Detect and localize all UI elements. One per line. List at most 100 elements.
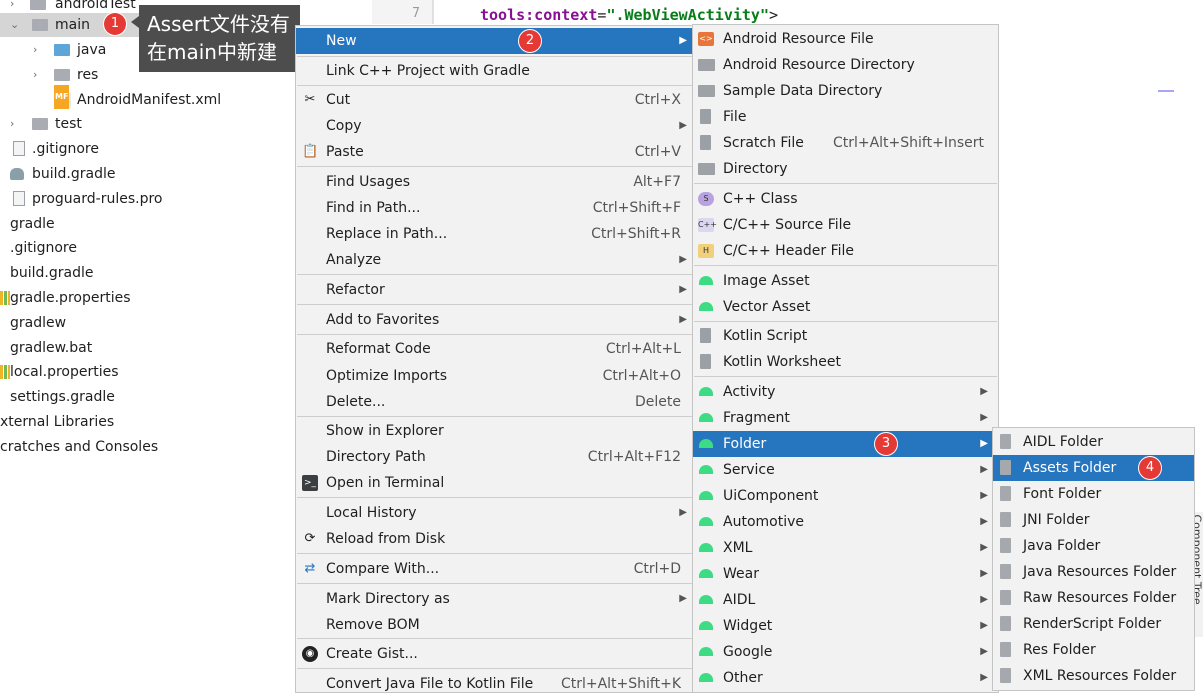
submenu-arrow-icon: ▶	[980, 672, 988, 683]
file-icon	[13, 141, 25, 156]
menu-item-new[interactable]: New 2 ▶	[296, 28, 693, 54]
menu-item-xml-resources-folder[interactable]: XML Resources Folder	[993, 663, 1194, 689]
menu-item-aidl-folder[interactable]: AIDL Folder	[993, 429, 1194, 455]
clipboard-icon: 📋	[302, 144, 319, 159]
menu-item-aidl[interactable]: AIDL ▶	[693, 587, 998, 613]
menu-item-cpp-class[interactable]: S C++ Class	[693, 186, 998, 212]
menu-item-paste[interactable]: 📋 Paste Ctrl+V	[296, 139, 693, 165]
menu-item-jni-folder[interactable]: JNI Folder	[993, 507, 1194, 533]
menu-item-folder[interactable]: Folder 3 ▶	[693, 431, 998, 457]
android-icon	[699, 387, 713, 396]
menu-item-refactor[interactable]: Refactor ▶	[296, 277, 693, 303]
reload-icon: ⟳	[304, 531, 316, 546]
menu-item-link-cpp[interactable]: Link C++ Project with Gradle	[296, 58, 693, 84]
chevron-right-icon[interactable]: ›	[33, 38, 43, 62]
submenu-arrow-icon: ▶	[980, 542, 988, 553]
properties-icon	[0, 365, 10, 379]
menu-item-widget[interactable]: Widget ▶	[693, 613, 998, 639]
menu-item-kotlin-worksheet[interactable]: Kotlin Worksheet	[693, 349, 998, 375]
menu-item-create-gist[interactable]: ◉ Create Gist...	[296, 641, 693, 667]
menu-item-delete[interactable]: Delete... Delete	[296, 389, 693, 415]
step-badge-2: 2	[519, 30, 541, 52]
submenu-arrow-icon: ▶	[679, 314, 687, 325]
code-line: tools:context=".WebViewActivity">	[480, 6, 779, 24]
menu-item-raw-resources-folder[interactable]: Raw Resources Folder	[993, 585, 1194, 611]
menu-item-activity[interactable]: Activity ▶	[693, 379, 998, 405]
menu-item-reload[interactable]: ⟳ Reload from Disk	[296, 526, 693, 552]
folder-file-icon	[1000, 642, 1011, 657]
menu-item-res-folder[interactable]: Res Folder	[993, 637, 1194, 663]
annotation-tooltip: Assert文件没有 在main中新建	[139, 5, 300, 72]
menu-item-wear[interactable]: Wear ▶	[693, 561, 998, 587]
menu-item-convert-kotlin[interactable]: Convert Java File to Kotlin File Ctrl+Alt…	[296, 671, 693, 697]
menu-item-vector-asset[interactable]: Vector Asset	[693, 294, 998, 320]
chevron-right-icon[interactable]: ›	[33, 63, 43, 87]
submenu-arrow-icon: ▶	[679, 120, 687, 131]
menu-item-java-resources-folder[interactable]: Java Resources Folder	[993, 559, 1194, 585]
folder-file-icon	[1000, 538, 1011, 553]
menu-item-font-folder[interactable]: Font Folder	[993, 481, 1194, 507]
new-submenu: <> Android Resource File Android Resourc…	[692, 24, 999, 693]
menu-item-show-explorer[interactable]: Show in Explorer	[296, 418, 693, 444]
menu-item-automotive[interactable]: Automotive ▶	[693, 509, 998, 535]
menu-item-mark-directory[interactable]: Mark Directory as ▶	[296, 586, 693, 612]
menu-item-uicomponent[interactable]: UiComponent ▶	[693, 483, 998, 509]
step-badge-1: 1	[104, 13, 126, 35]
menu-item-optimize[interactable]: Optimize Imports Ctrl+Alt+O	[296, 363, 693, 389]
menu-item-renderscript-folder[interactable]: RenderScript Folder	[993, 611, 1194, 637]
folder-file-icon	[1000, 564, 1011, 579]
menu-item-find-in-path[interactable]: Find in Path... Ctrl+Shift+F	[296, 195, 693, 221]
menu-item-compare[interactable]: ⇄ Compare With... Ctrl+D	[296, 556, 693, 582]
menu-item-directory[interactable]: Directory	[693, 156, 998, 182]
folder-icon	[30, 0, 46, 10]
gradle-icon	[10, 168, 24, 180]
folder-file-icon	[1000, 616, 1011, 631]
menu-item-find-usages[interactable]: Find Usages Alt+F7	[296, 169, 693, 195]
android-icon	[699, 543, 713, 552]
submenu-arrow-icon: ▶	[980, 490, 988, 501]
menu-item-copy[interactable]: Copy ▶	[296, 113, 693, 139]
menu-item-cpp-source[interactable]: C++ C/C++ Source File	[693, 212, 998, 238]
menu-item-service[interactable]: Service ▶	[693, 457, 998, 483]
menu-item-kotlin-script[interactable]: Kotlin Script	[693, 323, 998, 349]
android-icon	[699, 439, 713, 448]
menu-item-remove-bom[interactable]: Remove BOM	[296, 612, 693, 638]
menu-item-fragment[interactable]: Fragment ▶	[693, 405, 998, 431]
chevron-right-icon[interactable]: ›	[10, 112, 20, 136]
chevron-down-icon[interactable]: ⌄	[10, 13, 20, 37]
menu-item-xml[interactable]: XML ▶	[693, 535, 998, 561]
menu-item-android-resource-directory[interactable]: Android Resource Directory	[693, 52, 998, 78]
menu-item-directory-path[interactable]: Directory Path Ctrl+Alt+F12	[296, 444, 693, 470]
menu-item-scratch-file[interactable]: Scratch File Ctrl+Alt+Shift+Insert	[693, 130, 998, 156]
resource-folder-icon	[54, 69, 70, 81]
android-icon	[699, 302, 713, 311]
android-icon	[699, 569, 713, 578]
menu-item-sample-data-directory[interactable]: Sample Data Directory	[693, 78, 998, 104]
folder-icon	[32, 118, 48, 130]
menu-item-analyze[interactable]: Analyze ▶	[296, 247, 693, 273]
menu-item-add-favorites[interactable]: Add to Favorites ▶	[296, 307, 693, 333]
manifest-icon: MF	[54, 85, 71, 109]
submenu-arrow-icon: ▶	[980, 646, 988, 657]
menu-item-other[interactable]: Other ▶	[693, 665, 998, 691]
menu-item-replace-in-path[interactable]: Replace in Path... Ctrl+Shift+R	[296, 221, 693, 247]
menu-item-image-asset[interactable]: Image Asset	[693, 268, 998, 294]
menu-item-java-folder[interactable]: Java Folder	[993, 533, 1194, 559]
context-menu: New 2 ▶ Link C++ Project with Gradle ✂ C…	[295, 25, 694, 693]
menu-item-google[interactable]: Google ▶	[693, 639, 998, 665]
menu-item-open-terminal[interactable]: >_ Open in Terminal	[296, 470, 693, 496]
folder-icon	[698, 59, 715, 71]
step-badge-4: 4	[1139, 457, 1161, 479]
cpp-source-icon: C++	[698, 218, 717, 232]
menu-item-cut[interactable]: ✂ Cut Ctrl+X	[296, 87, 693, 113]
menu-item-cpp-header[interactable]: H C/C++ Header File	[693, 238, 998, 264]
menu-item-assets-folder[interactable]: Assets Folder 4	[993, 455, 1194, 481]
menu-item-android-resource-file[interactable]: <> Android Resource File	[693, 26, 998, 52]
menu-item-local-history[interactable]: Local History ▶	[296, 500, 693, 526]
menu-item-file[interactable]: File	[693, 104, 998, 130]
folder-icon	[32, 19, 48, 31]
cpp-class-icon: S	[698, 192, 714, 206]
cpp-header-icon: H	[698, 244, 714, 258]
menu-item-reformat[interactable]: Reformat Code Ctrl+Alt+L	[296, 336, 693, 362]
submenu-arrow-icon: ▶	[980, 568, 988, 579]
